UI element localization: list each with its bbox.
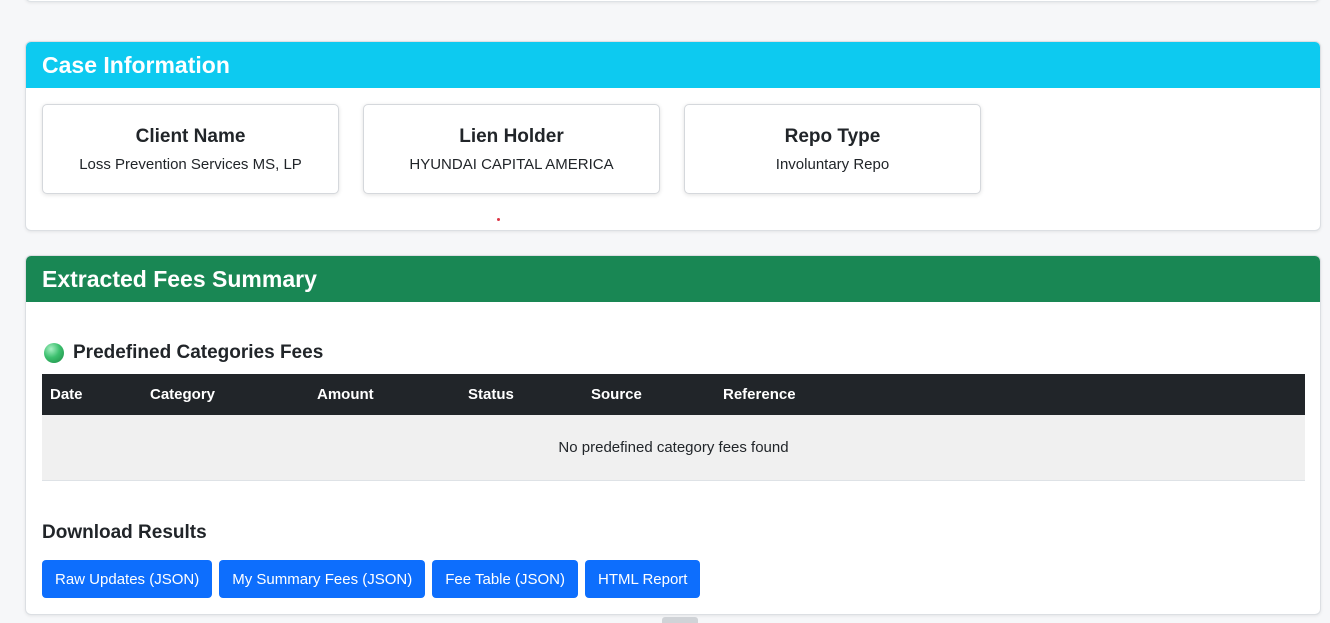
download-buttons: Raw Updates (JSON) My Summary Fees (JSON… (42, 560, 701, 598)
repo-type-value: Involuntary Repo (775, 155, 890, 173)
download-results-title: Download Results (42, 522, 207, 543)
case-information-header: Case Information (26, 42, 1320, 88)
extracted-fees-header: Extracted Fees Summary (26, 256, 1320, 302)
column-header-source: Source (583, 374, 715, 415)
empty-table-message: No predefined category fees found (42, 415, 1305, 481)
html-report-button[interactable]: HTML Report (585, 560, 701, 598)
predefined-fees-heading: Predefined Categories Fees (44, 342, 323, 364)
extracted-fees-card: Extracted Fees Summary Predefined Catego… (25, 255, 1321, 615)
lien-holder-value: HYUNDAI CAPITAL AMERICA (409, 155, 614, 173)
column-header-amount: Amount (309, 374, 460, 415)
my-summary-fees-json-button[interactable]: My Summary Fees (JSON) (219, 560, 426, 598)
stray-dot (497, 218, 500, 221)
green-circle-icon (44, 343, 64, 363)
column-header-reference: Reference (715, 374, 1305, 415)
client-name-box: Client Name Loss Prevention Services MS,… (42, 104, 339, 194)
table-header-row: Date Category Amount Status Source Refer… (42, 374, 1305, 415)
bottom-scroll-handle[interactable] (662, 617, 698, 623)
repo-type-box: Repo Type Involuntary Repo (684, 104, 981, 194)
column-header-status: Status (460, 374, 583, 415)
column-header-category: Category (142, 374, 309, 415)
repo-type-label: Repo Type (784, 125, 881, 147)
case-info-boxes: Client Name Loss Prevention Services MS,… (26, 88, 1320, 221)
previous-card-bottom (25, 0, 1320, 2)
client-name-label: Client Name (135, 125, 246, 147)
case-information-card: Case Information Client Name Loss Preven… (25, 41, 1321, 231)
raw-updates-json-button[interactable]: Raw Updates (JSON) (42, 560, 213, 598)
lien-holder-box: Lien Holder HYUNDAI CAPITAL AMERICA (363, 104, 660, 194)
predefined-fees-table: Date Category Amount Status Source Refer… (42, 374, 1305, 481)
table-row: No predefined category fees found (42, 415, 1305, 481)
lien-holder-label: Lien Holder (459, 125, 564, 147)
fee-table-json-button[interactable]: Fee Table (JSON) (432, 560, 578, 598)
predefined-fees-title: Predefined Categories Fees (73, 342, 324, 363)
client-name-value: Loss Prevention Services MS, LP (79, 155, 302, 173)
column-header-date: Date (42, 374, 142, 415)
